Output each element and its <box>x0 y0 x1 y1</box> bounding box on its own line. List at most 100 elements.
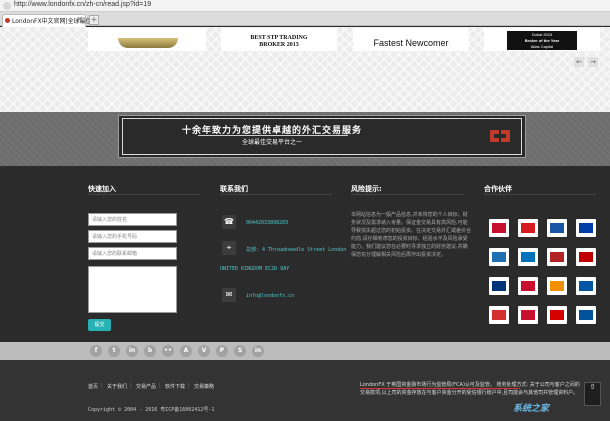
social-icon-7[interactable]: V <box>198 345 210 357</box>
award-card-2[interactable]: BEST STP TRADING BROKER 2013 <box>221 28 337 51</box>
nav-separator: | <box>159 383 161 389</box>
partner-logo-3[interactable] <box>547 219 567 237</box>
partner-logo-10[interactable] <box>518 277 538 295</box>
partner-logo-16-mark <box>579 310 593 320</box>
partner-logo-1[interactable] <box>489 219 509 237</box>
tab-close-icon[interactable]: × <box>77 15 83 23</box>
email-placeholder: 请输入您的联系邮箱 <box>92 251 138 257</box>
new-tab-button[interactable]: + <box>89 15 99 25</box>
partner-logo-14[interactable] <box>518 306 538 324</box>
social-icon-9[interactable]: S <box>234 345 246 357</box>
partner-logo-13-mark <box>492 310 506 320</box>
nav-separator: | <box>101 383 103 389</box>
partners-title: 合作伙伴 <box>484 185 512 193</box>
social-icon-3[interactable]: in <box>126 345 138 357</box>
partner-logo-14-mark <box>521 310 535 320</box>
risk-title: 风险提示: <box>351 185 382 193</box>
phone-placeholder: 请输入您的手机号码 <box>92 234 138 240</box>
partner-logo-6-mark <box>521 252 535 262</box>
partner-logo-15[interactable] <box>547 306 567 324</box>
regulation-notice: LondonFX 于英国资金融市场行为监管局(FCA)认可及监管。 账务处理方式… <box>360 382 580 396</box>
email-input[interactable]: 请输入您的联系邮箱 <box>88 247 177 260</box>
trophy-image <box>118 38 178 48</box>
name-input[interactable]: 请输入您的姓名 <box>88 213 177 226</box>
slogan-divider <box>198 135 348 136</box>
partner-logo-9-mark <box>492 281 506 291</box>
partner-logo-9[interactable] <box>489 277 509 295</box>
partner-logo-11-mark <box>550 281 564 291</box>
divider <box>220 194 332 195</box>
partner-logo-5[interactable] <box>489 248 509 266</box>
partner-logo-8[interactable] <box>576 248 596 266</box>
partner-logo-4-mark <box>579 223 593 233</box>
slogan-subtitle: 全球最佳交易平台之一 <box>241 139 302 146</box>
social-icon-2[interactable]: t <box>108 345 120 357</box>
message-textarea[interactable] <box>88 266 177 313</box>
brand-logo-icon <box>490 130 510 142</box>
phone-input[interactable]: 请输入您的手机号码 <box>88 230 177 243</box>
mail-icon: ✉ <box>222 288 236 302</box>
footer-nav-link-2[interactable]: 关于我们 <box>107 383 127 390</box>
social-icon-8[interactable]: P <box>216 345 228 357</box>
partner-logo-12[interactable] <box>576 277 596 295</box>
award-4-badge: Dubai 2015 Broker of the Year Atlas Capi… <box>507 31 577 50</box>
contact-email[interactable]: info@londonfx.cn <box>246 293 294 299</box>
award-2-line-1: BEST STP TRADING <box>250 35 308 41</box>
award-card-1[interactable] <box>88 28 206 51</box>
partner-logo-3-mark <box>550 223 564 233</box>
contact-title: 联系我们 <box>220 185 248 193</box>
partner-logo-4[interactable] <box>576 219 596 237</box>
footer-nav-link-1[interactable]: 首页 <box>88 383 98 390</box>
partner-logo-7-mark <box>550 252 564 262</box>
url-text[interactable]: http://www.londonfx.cn/zh-cn/read.jsp?id… <box>14 1 151 8</box>
award-4-line-3: Atlas Capital <box>530 44 554 49</box>
partner-logo-12-mark <box>579 281 593 291</box>
phone-icon: ☎ <box>222 215 236 229</box>
partner-logo-11[interactable] <box>547 277 567 295</box>
carousel-next-button[interactable]: → <box>588 57 598 67</box>
footer-nav-link-4[interactable]: 软件下载 <box>165 383 185 390</box>
partner-logo-8-mark <box>579 252 593 262</box>
award-4-line-2: Broker of the Year <box>524 38 560 43</box>
award-3-title: Fastest Newcomer <box>373 38 449 48</box>
partner-logo-2-mark <box>521 223 535 233</box>
location-icon: ⌖ <box>222 241 236 255</box>
page-info-icon[interactable] <box>3 2 11 10</box>
social-icon-5[interactable]: •• <box>162 345 174 357</box>
carousel-prev-button[interactable]: ← <box>574 57 584 67</box>
nav-separator: | <box>188 383 190 389</box>
divider <box>88 194 200 195</box>
social-icon-4[interactable]: b <box>144 345 156 357</box>
award-2-line-2: BROKER 2013 <box>259 42 299 48</box>
partner-logo-15-mark <box>550 310 564 320</box>
award-card-4[interactable]: Dubai 2015 Broker of the Year Atlas Capi… <box>484 28 600 51</box>
copyright: Copyright © 2004 - 2016 粤ICP备16002412号-1 <box>88 407 215 413</box>
tab-favicon-icon <box>5 18 10 23</box>
risk-disclaimer: 本网站信息为一般产品信息,并未将您的个人目标、财务状况及需求纳入考量。保证金交易… <box>351 212 472 258</box>
contact-address: 总部: 4 Threadneedle Street London <box>246 247 347 253</box>
scroll-to-top-button[interactable]: ⇧ <box>584 382 601 406</box>
social-icon-6[interactable]: A <box>180 345 192 357</box>
footer-nav-link-5[interactable]: 交易策略 <box>194 383 214 390</box>
page: http://www.londonfx.cn/zh-cn/read.jsp?id… <box>0 0 610 421</box>
divider <box>351 194 463 195</box>
quick-join-title: 快速加入 <box>88 185 116 193</box>
contact-address-line-2: UNITED KINGDOM EC2R 8AY <box>220 266 290 272</box>
partner-logo-7[interactable] <box>547 248 567 266</box>
footer-nav-link-3[interactable]: 交易产品 <box>136 383 156 390</box>
partner-logo-10-mark <box>521 281 535 291</box>
social-icon-10[interactable]: in <box>252 345 264 357</box>
award-4-line-1: Dubai 2015 <box>531 32 553 37</box>
partner-logo-2[interactable] <box>518 219 538 237</box>
partner-logo-1-mark <box>492 223 506 233</box>
divider <box>484 194 596 195</box>
watermark-logo: 系统之家 <box>513 403 550 413</box>
partner-logo-13[interactable] <box>489 306 509 324</box>
partner-logo-16[interactable] <box>576 306 596 324</box>
contact-phone: 00442033898203 <box>246 220 289 226</box>
submit-button[interactable]: 提交 <box>88 319 111 331</box>
award-card-3[interactable]: Fastest Newcomer <box>353 28 469 51</box>
partner-logo-6[interactable] <box>518 248 538 266</box>
social-icon-1[interactable]: f <box>90 345 102 357</box>
name-placeholder: 请输入您的姓名 <box>92 217 128 223</box>
